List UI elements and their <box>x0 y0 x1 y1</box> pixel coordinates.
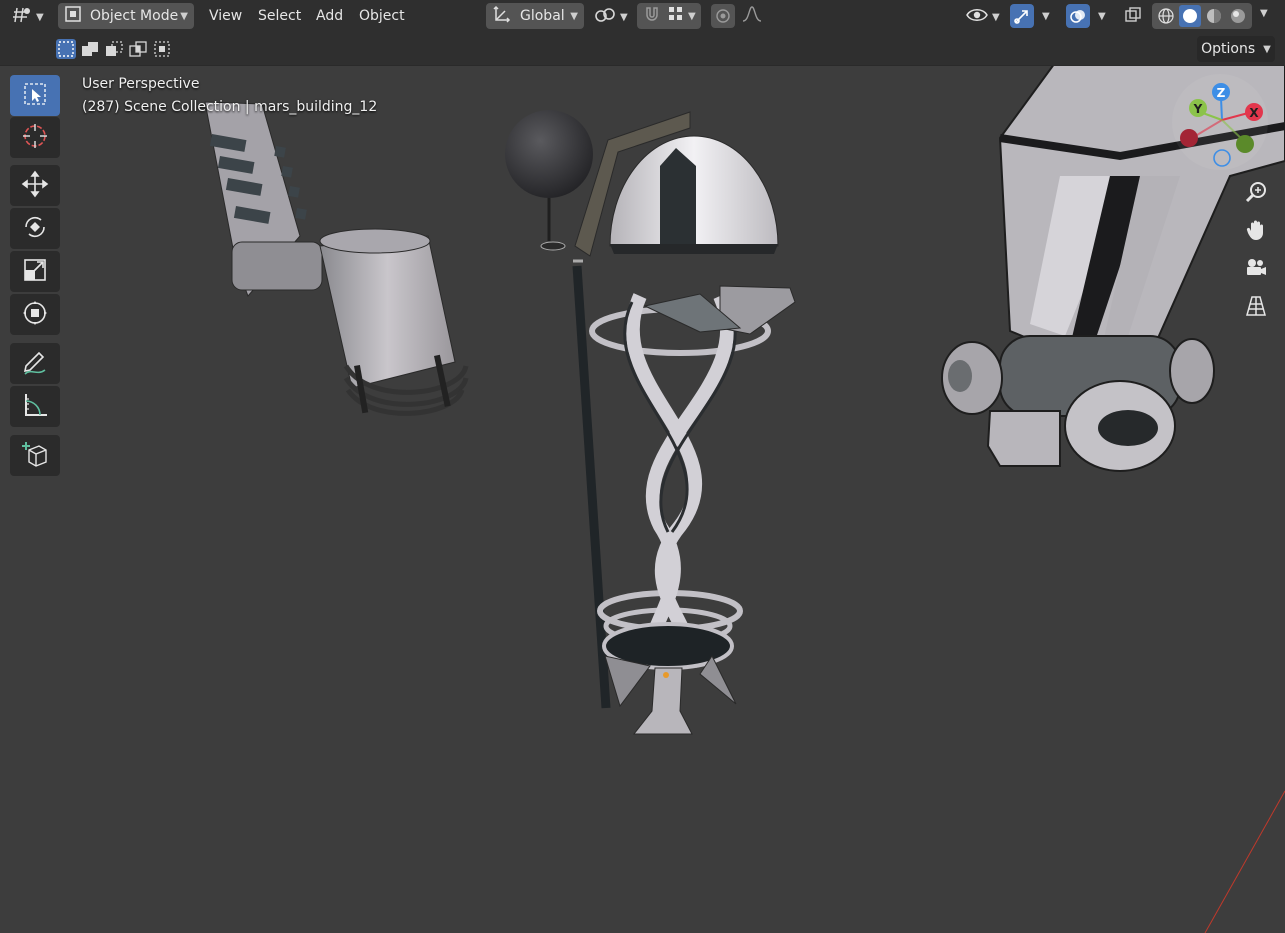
tool-cursor[interactable] <box>10 117 60 158</box>
gizmo-icon[interactable] <box>1010 4 1034 28</box>
menu-object[interactable]: Object <box>352 4 412 28</box>
snap-increment-icon[interactable] <box>668 6 684 26</box>
pivot-point-selector[interactable]: ▼ <box>594 6 628 28</box>
wireframe-shading-icon[interactable] <box>1155 5 1177 27</box>
mode-label: Object Mode <box>90 8 179 24</box>
visibility-selector[interactable]: ▼ <box>966 6 1000 28</box>
snapping-group: ▼ <box>637 3 701 29</box>
editor-type-selector[interactable]: ▼ <box>12 6 44 28</box>
cursor-icon <box>21 122 49 154</box>
tool-select-box[interactable] <box>10 75 60 116</box>
active-collection-label: (287) Scene Collection | mars_building_1… <box>82 99 378 115</box>
menu-select[interactable]: Select <box>251 4 308 28</box>
material-shading-icon[interactable] <box>1203 5 1225 27</box>
navigation-gizmo[interactable]: Z Y X <box>1170 72 1270 172</box>
chevron-down-icon: ▼ <box>180 10 188 22</box>
orientation-axes-icon <box>492 4 512 28</box>
options-dropdown[interactable]: Options ▼ <box>1197 36 1275 62</box>
tool-rotate[interactable] <box>10 208 60 249</box>
scale-icon <box>21 256 49 288</box>
object-mode-icon <box>64 5 82 27</box>
canister-model <box>204 101 469 416</box>
select-subtract-icon[interactable] <box>104 39 124 59</box>
select-new-icon[interactable] <box>56 39 76 59</box>
camera-icon <box>1244 256 1268 284</box>
pan-hand-icon <box>1244 218 1268 246</box>
chevron-down-icon: ▼ <box>570 10 578 22</box>
rotate-icon <box>21 213 49 245</box>
proportional-edit-icon[interactable] <box>711 4 735 28</box>
shading-mode-group <box>1152 3 1252 29</box>
shading-options-dropdown[interactable]: ▼ <box>1256 8 1268 19</box>
menu-add[interactable]: Add <box>309 4 350 28</box>
gizmo-y-label: Y <box>1193 102 1203 116</box>
xray-icon <box>1124 6 1142 28</box>
tool-measure[interactable] <box>10 386 60 427</box>
tool-add-cube[interactable] <box>10 435 60 476</box>
rendered-shading-icon[interactable] <box>1227 5 1249 27</box>
snap-magnet-icon[interactable] <box>642 4 662 28</box>
pan-button[interactable] <box>1240 216 1272 248</box>
chevron-down-icon[interactable]: ▼ <box>1098 11 1106 22</box>
chevron-down-icon[interactable]: ▼ <box>1042 11 1050 22</box>
tool-annotate[interactable] <box>10 343 60 384</box>
pivot-link-icon <box>594 5 616 29</box>
viewport-header: ▼ Object Mode ▼ View Select Add Object G… <box>0 0 1285 33</box>
annotate-pencil-icon <box>21 348 49 380</box>
chevron-down-icon: ▼ <box>1263 43 1271 55</box>
falloff-curve-icon[interactable] <box>741 5 763 27</box>
chevron-down-icon: ▼ <box>620 11 628 23</box>
overlays-icon[interactable] <box>1066 4 1090 28</box>
scene-render <box>204 66 1285 933</box>
measure-ruler-icon <box>21 391 49 423</box>
perspective-toggle-button[interactable] <box>1240 292 1272 324</box>
solid-shading-icon[interactable] <box>1179 5 1201 27</box>
gizmo-toggle-group: ▼ <box>1010 3 1060 29</box>
select-invert-icon[interactable] <box>128 39 148 59</box>
tool-transform[interactable] <box>10 294 60 335</box>
chevron-down-icon: ▼ <box>992 11 1000 23</box>
transform-orientation-selector[interactable]: Global ▼ <box>486 3 584 29</box>
perspective-grid-icon <box>1244 294 1268 322</box>
zoom-magnifier-icon <box>1244 180 1268 208</box>
transform-icon <box>21 299 49 331</box>
chevron-down-icon: ▼ <box>36 11 44 23</box>
spiral-tower-model <box>505 110 796 735</box>
chevron-down-icon: ▼ <box>1260 8 1268 19</box>
proportional-edit-group <box>709 3 769 29</box>
camera-view-button[interactable] <box>1240 254 1272 286</box>
3d-viewport[interactable]: User Perspective (287) Scene Collection … <box>0 66 1285 933</box>
move-icon <box>21 170 49 202</box>
select-extend-icon[interactable] <box>80 39 100 59</box>
overlays-toggle-group: ▼ <box>1066 3 1116 29</box>
mode-selector[interactable]: Object Mode ▼ <box>58 3 194 29</box>
tool-scale[interactable] <box>10 251 60 292</box>
select-intersect-icon[interactable] <box>152 39 172 59</box>
orientation-label: Global <box>520 8 565 24</box>
gizmo-x-label: X <box>1249 106 1259 120</box>
tool-settings-bar: Options ▼ <box>0 33 1285 66</box>
add-cube-icon <box>21 440 49 472</box>
select-box-icon <box>22 81 48 111</box>
tool-move[interactable] <box>10 165 60 206</box>
chevron-down-icon: ▼ <box>688 10 696 22</box>
zoom-button[interactable] <box>1240 178 1272 210</box>
viewport-grid-icon <box>12 5 32 29</box>
menu-view[interactable]: View <box>202 4 249 28</box>
gizmo-z-label: Z <box>1217 86 1226 100</box>
view-perspective-label: User Perspective <box>82 76 200 92</box>
xray-toggle[interactable] <box>1124 6 1142 28</box>
options-label: Options <box>1201 41 1256 57</box>
eye-icon <box>966 6 988 28</box>
